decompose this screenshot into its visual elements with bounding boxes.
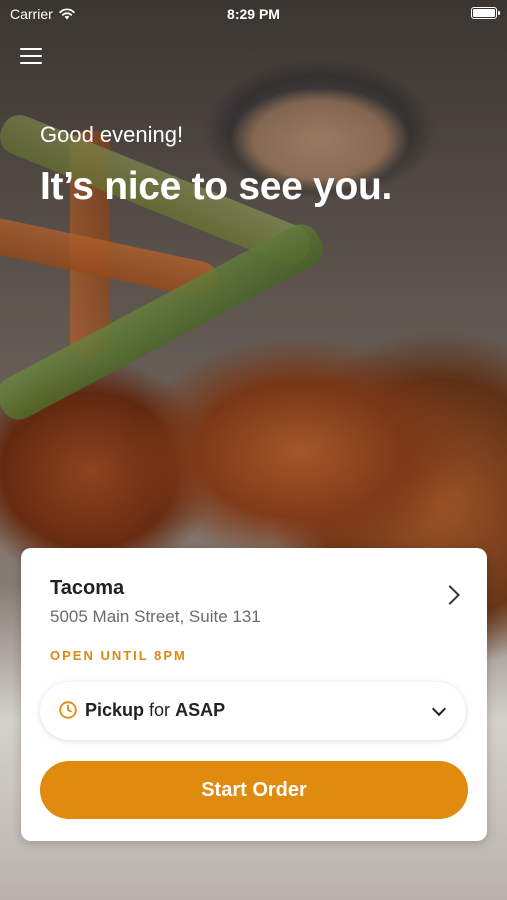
chevron-right-icon	[440, 585, 460, 605]
order-mode-dropdown[interactable]: Pickup for ASAP	[40, 682, 466, 740]
location-name: Tacoma	[50, 577, 125, 599]
battery-icon	[471, 7, 500, 19]
welcome-headline: It’s nice to see you.	[40, 165, 393, 208]
order-mode-label: Pickup for ASAP	[85, 700, 225, 721]
menu-line	[20, 55, 42, 57]
start-order-button[interactable]: Start Order	[40, 761, 468, 819]
menu-line	[20, 48, 42, 50]
status-time: 8:29 PM	[227, 6, 280, 22]
store-hours: OPEN UNTIL 8PM	[50, 648, 187, 663]
home-screen: Carrier 8:29 PM Good evening! It’s nice …	[0, 0, 507, 900]
order-mode: Pickup	[85, 700, 145, 720]
status-bar: Carrier 8:29 PM	[0, 0, 507, 28]
greeting-text: Good evening!	[40, 122, 184, 147]
battery-level	[473, 9, 495, 17]
clock-icon	[59, 701, 77, 719]
location-address: 5005 Main Street, Suite 131	[50, 607, 261, 626]
location-card: Tacoma 5005 Main Street, Suite 131 OPEN …	[21, 548, 487, 841]
hamburger-menu-icon[interactable]	[20, 48, 42, 68]
order-mode-connector: for	[149, 700, 171, 720]
order-time: ASAP	[175, 700, 226, 720]
location-selector[interactable]: Tacoma 5005 Main Street, Suite 131	[21, 548, 487, 638]
chevron-down-icon	[431, 701, 447, 717]
menu-line	[20, 62, 42, 64]
